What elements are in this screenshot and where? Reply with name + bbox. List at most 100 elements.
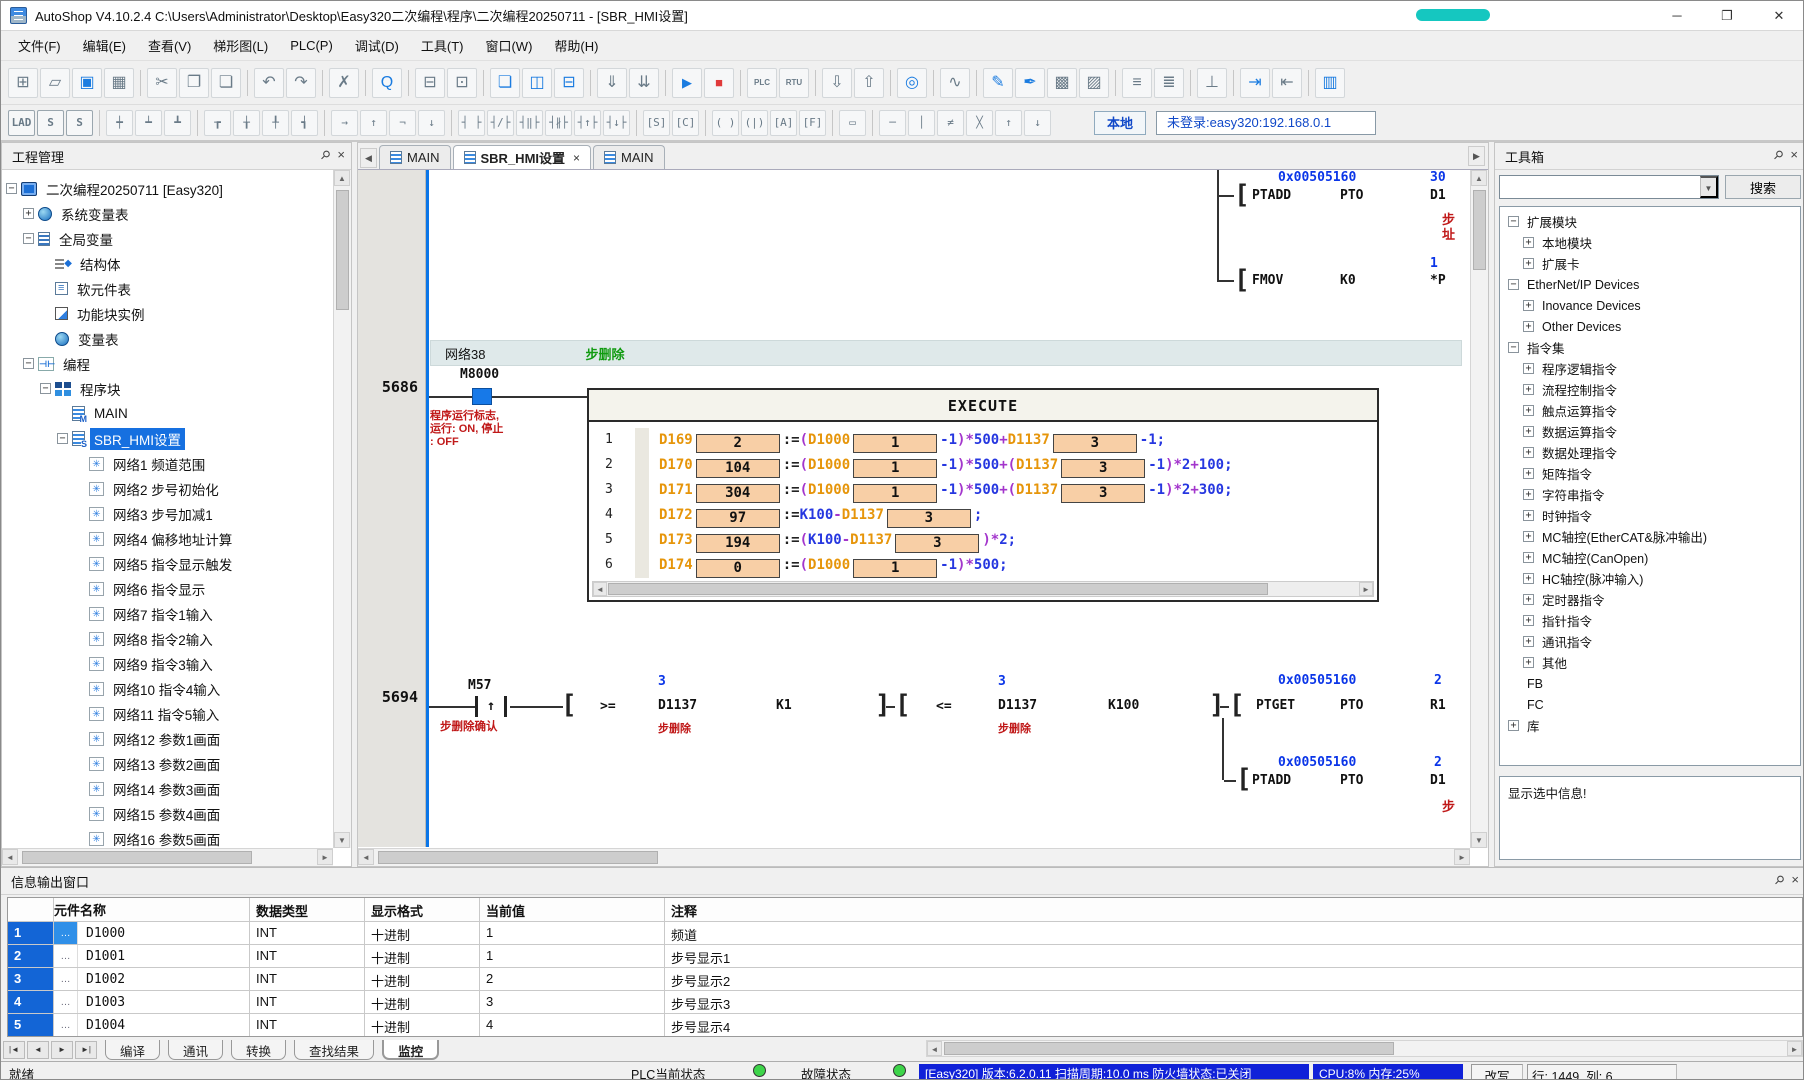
value-box[interactable]: 0 <box>696 559 780 578</box>
instruction-box-button[interactable]: ▭ <box>839 110 866 136</box>
plc-config-button[interactable]: PLC <box>747 68 777 98</box>
expand-icon[interactable]: + <box>1523 300 1534 311</box>
pin-icon[interactable]: ⚲ <box>1771 872 1787 888</box>
scroll-down-icon[interactable]: ▼ <box>334 832 350 848</box>
value-box[interactable]: 104 <box>696 459 780 478</box>
expand-icon[interactable]: + <box>1523 636 1534 647</box>
write-mode-button[interactable]: ✎ <box>983 68 1013 98</box>
expand-icon[interactable]: + <box>1523 573 1534 584</box>
collapse-icon[interactable]: − <box>1508 216 1519 227</box>
table-row[interactable]: 2…D1001INT十进制1步号显示1 <box>8 945 1802 968</box>
contact-label[interactable]: M8000 <box>460 367 499 382</box>
toolbox-search-button[interactable]: 搜索 <box>1725 175 1801 199</box>
logout-button[interactable]: ⇤ <box>1272 68 1302 98</box>
sfc-step-alt-button[interactable]: S <box>66 110 93 136</box>
expand-icon[interactable]: + <box>1523 426 1534 437</box>
operand-constant[interactable]: K1 <box>776 698 792 713</box>
tree-item[interactable]: +扩展卡 <box>1504 253 1800 274</box>
tree-item[interactable]: FC <box>1504 694 1800 715</box>
tree-item[interactable]: ✳网络3 步号加减1 <box>2 501 333 526</box>
tree-item[interactable]: ✳网络1 频道范围 <box>2 451 333 476</box>
scroll-right-icon[interactable]: ► <box>1787 1041 1802 1056</box>
table-row[interactable]: 4…D1003INT十进制3步号显示3 <box>8 991 1802 1014</box>
scroll-thumb[interactable] <box>1473 190 1486 270</box>
value-box[interactable]: 1 <box>853 434 937 453</box>
tree-item[interactable]: −二次编程20250711 [Easy320] <box>2 176 333 201</box>
operand-device[interactable]: D1 <box>1430 188 1446 203</box>
collapse-icon[interactable]: − <box>23 358 34 369</box>
expand-icon[interactable]: + <box>1523 384 1534 395</box>
ellipsis-button[interactable]: … <box>54 945 78 967</box>
tree-item[interactable]: +字符串指令 <box>1504 484 1800 505</box>
scroll-down-icon[interactable]: ▼ <box>1471 832 1487 848</box>
tree-item[interactable]: +其他 <box>1504 652 1800 673</box>
collapse-icon[interactable]: − <box>23 233 34 244</box>
redo-button[interactable]: ↷ <box>286 68 316 98</box>
tree-item[interactable]: +矩阵指令 <box>1504 463 1800 484</box>
expand-icon[interactable]: + <box>1523 405 1534 416</box>
value-box[interactable]: 304 <box>696 484 780 503</box>
v-line-button[interactable]: │ <box>908 110 935 136</box>
monitor-button[interactable]: ◎ <box>897 68 927 98</box>
menu-item-plcp[interactable]: PLC(P) <box>279 33 344 58</box>
editor-hscrollbar[interactable]: ◄ ► <box>358 848 1470 866</box>
h-line-button[interactable]: ─ <box>879 110 906 136</box>
instruction-name[interactable]: PTADD <box>1252 773 1291 788</box>
func-instruction-button[interactable]: [F] <box>799 110 826 136</box>
line-right-button[interactable]: → <box>331 110 358 136</box>
compile-all-button[interactable]: ⇊ <box>629 68 659 98</box>
copy-button[interactable]: ❐ <box>179 68 209 98</box>
align-vertical-button[interactable]: ≣ <box>1154 68 1184 98</box>
expand-icon[interactable]: + <box>1523 237 1534 248</box>
value-box[interactable]: 1 <box>853 459 937 478</box>
expand-icon[interactable]: + <box>1523 468 1534 479</box>
save-all-button[interactable]: ▦ <box>104 68 134 98</box>
value-box[interactable]: 2 <box>696 434 780 453</box>
collapse-icon[interactable]: − <box>40 383 51 394</box>
scroll-right-icon[interactable]: ► <box>1359 582 1373 596</box>
tree-item[interactable]: ✳网络15 参数4画面 <box>2 801 333 826</box>
close-panel-icon[interactable]: × <box>1790 148 1798 162</box>
menu-item-d[interactable]: 调试(D) <box>344 31 410 60</box>
expand-icon[interactable]: + <box>1523 552 1534 563</box>
tree-item[interactable]: 结构体 <box>2 251 333 276</box>
tree-item[interactable]: +指针指令 <box>1504 610 1800 631</box>
value-box[interactable]: 1 <box>853 484 937 503</box>
contact-falling-button[interactable]: ┤↓├ <box>603 110 630 136</box>
lad-mode-button[interactable]: LAD <box>8 110 35 136</box>
login-button[interactable]: ⇥ <box>1240 68 1270 98</box>
local-button[interactable]: 本地 <box>1094 111 1146 135</box>
tree-item[interactable]: ✳网络13 参数2画面 <box>2 751 333 776</box>
tree-item[interactable]: ✳网络16 参数5画面 <box>2 826 333 848</box>
upload-button[interactable]: ⇧ <box>854 68 884 98</box>
prev-page-icon[interactable]: ◄ <box>27 1041 49 1059</box>
ellipsis-button[interactable]: … <box>54 922 78 944</box>
tree-item[interactable]: +HC轴控(脉冲输入) <box>1504 568 1800 589</box>
move-up-button[interactable]: ↑ <box>995 110 1022 136</box>
output-tab-通讯[interactable]: 通讯 <box>168 1040 223 1060</box>
print-button[interactable]: ⊟ <box>415 68 445 98</box>
project-vscrollbar[interactable]: ▲ ▼ <box>333 170 351 848</box>
menu-item-h[interactable]: 帮助(H) <box>543 31 609 60</box>
app-instruction-button[interactable]: [A] <box>770 110 797 136</box>
instruction-operand[interactable]: K0 <box>1340 273 1356 288</box>
tree-item[interactable]: +Other Devices <box>1504 316 1800 337</box>
minimize-button[interactable]: ─ <box>1653 1 1701 31</box>
tree-item[interactable]: 软元件表 <box>2 276 333 301</box>
scroll-right-icon[interactable]: ► <box>317 849 333 865</box>
scroll-left-icon[interactable]: ◄ <box>358 849 374 865</box>
project-hscrollbar[interactable]: ◄ ► <box>2 848 333 866</box>
compile-button[interactable]: ⇓ <box>597 68 627 98</box>
expand-icon[interactable]: + <box>1523 657 1534 668</box>
compare-operator[interactable]: >= <box>600 699 616 714</box>
execute-block-hscrollbar[interactable]: ◄ ► <box>592 581 1374 597</box>
collapse-icon[interactable]: − <box>1508 279 1519 290</box>
window-split-button[interactable]: ◫ <box>522 68 552 98</box>
tab-scroll-right-icon[interactable]: ▶ <box>1468 146 1485 166</box>
operand-constant[interactable]: K100 <box>1108 698 1139 713</box>
scroll-thumb[interactable] <box>944 1042 1394 1055</box>
tree-item[interactable]: ✳网络12 参数1画面 <box>2 726 333 751</box>
value-box[interactable]: 3 <box>1061 459 1145 478</box>
output-tab-编译[interactable]: 编译 <box>105 1040 160 1060</box>
tree-item[interactable]: +MC轴控(EtherCAT&脉冲输出) <box>1504 526 1800 547</box>
